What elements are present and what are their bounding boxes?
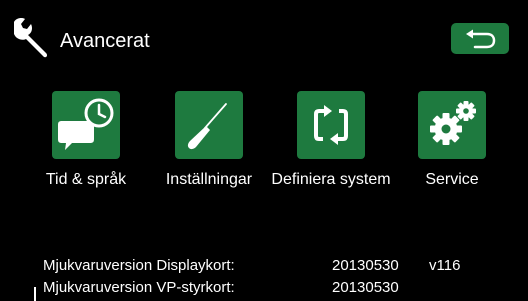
menu-item-settings[interactable]: Inställningar: [154, 91, 264, 191]
advanced-screen: Avancerat Tid & språk Inställningar Defi…: [0, 0, 528, 301]
cursor-mark: [34, 287, 36, 301]
wrench-icon: [14, 18, 48, 58]
menu-item-service[interactable]: Service: [397, 91, 507, 191]
page-title: Avancerat: [60, 30, 150, 52]
version-number: v116: [429, 257, 461, 274]
screwdriver-icon: [187, 103, 227, 150]
menu-tile-settings: [175, 91, 243, 159]
version-label: Mjukvaruversion Displaykort:: [43, 257, 235, 274]
clock-chat-icon: [58, 98, 114, 150]
version-row-controller: Mjukvaruversion VP-styrkort: 20130530: [43, 278, 503, 298]
menu-label-service: Service: [425, 171, 479, 188]
menu-tile-define-system: [297, 91, 365, 159]
menu-item-define-system[interactable]: Definiera system: [271, 91, 391, 191]
menu-tile-time-language: [52, 91, 120, 159]
gears-icon: [430, 101, 476, 145]
cycle-arrows-icon: [314, 105, 348, 145]
version-date: 20130530: [332, 257, 399, 274]
menu-tile-service: [418, 91, 486, 159]
version-label: Mjukvaruversion VP-styrkort:: [43, 279, 235, 296]
version-date: 20130530: [332, 279, 399, 296]
version-row-display: Mjukvaruversion Displaykort: 20130530 v1…: [43, 256, 503, 276]
menu-item-time-language[interactable]: Tid & språk: [31, 91, 141, 191]
back-button[interactable]: [451, 23, 509, 54]
back-arrow-icon: [466, 29, 496, 48]
